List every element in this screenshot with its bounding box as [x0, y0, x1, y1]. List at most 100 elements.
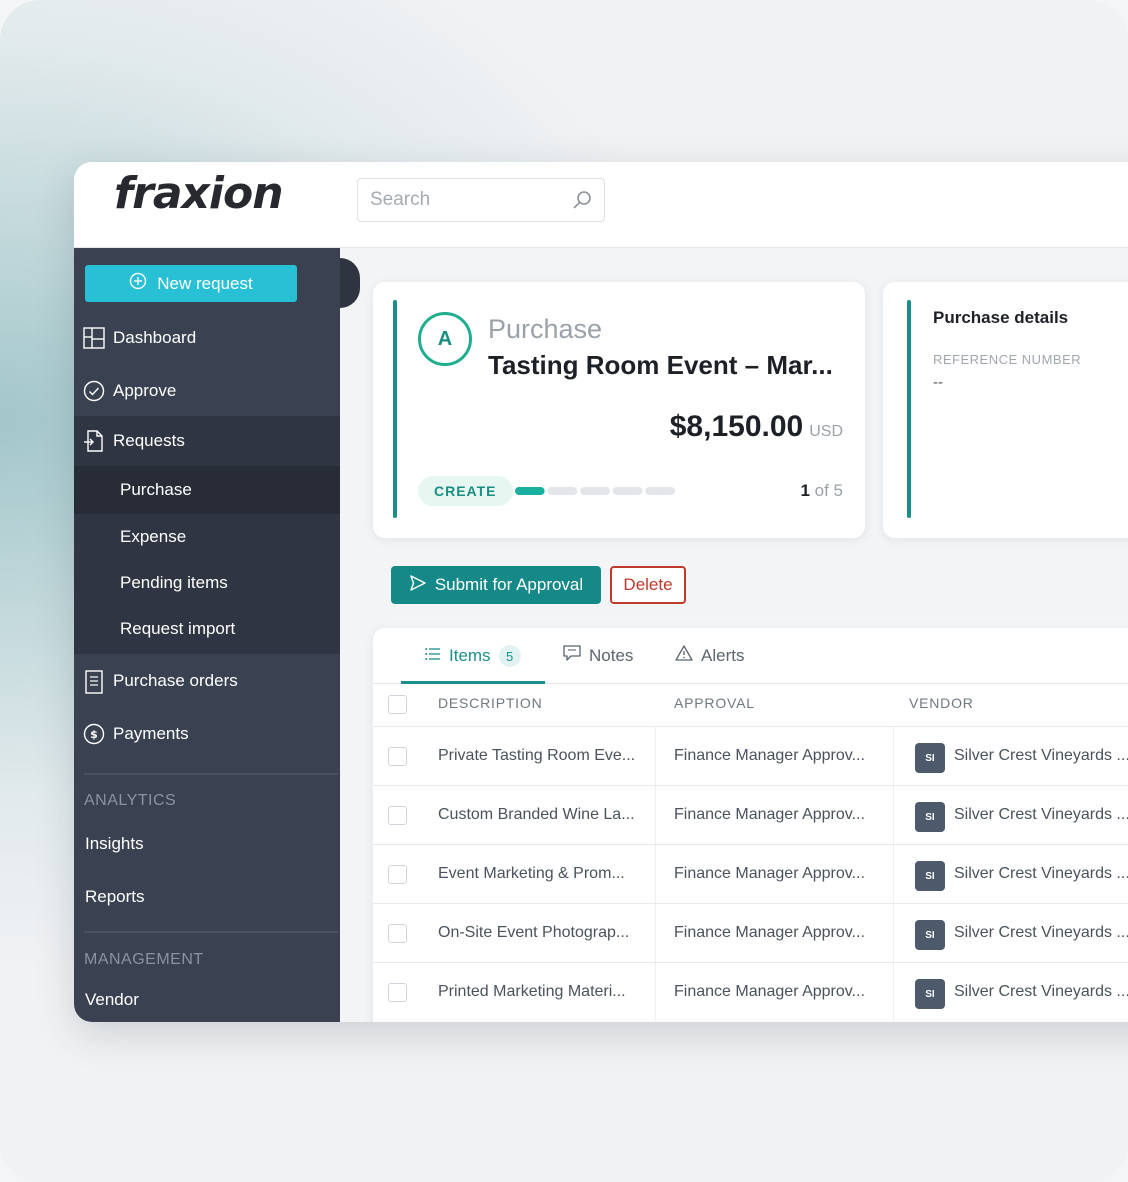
row-approval: Finance Manager Approv... — [674, 865, 865, 882]
delete-button[interactable]: Delete — [610, 566, 686, 604]
sidebar-item-purchase-orders[interactable]: Purchase orders — [74, 656, 340, 706]
column-header-description[interactable]: DESCRIPTION — [438, 695, 542, 711]
progress-bar — [515, 487, 675, 495]
tab-label: Notes — [589, 645, 634, 665]
request-title: Tasting Room Event – Mar... — [488, 350, 833, 380]
sidebar-item-approve[interactable]: Approve — [74, 366, 340, 416]
column-separator — [893, 963, 894, 1022]
row-checkbox[interactable] — [388, 924, 407, 943]
step-pager: 1 of 5 — [800, 481, 843, 501]
table-row[interactable]: Event Marketing & Prom... Finance Manager… — [373, 844, 1128, 904]
background-frame: fraxion New request Dashboard — [0, 0, 1128, 1182]
column-separator — [655, 727, 656, 786]
warning-icon — [675, 645, 693, 666]
app-window: fraxion New request Dashboard — [74, 162, 1128, 1022]
main-content: A Purchase Tasting Room Event – Mar... $… — [340, 248, 1128, 1022]
row-description: Custom Branded Wine La... — [438, 806, 635, 823]
sidebar-item-label: Approve — [113, 381, 177, 400]
vendor-avatar: SI — [915, 861, 945, 891]
requests-group: Requests Purchase Expense Pending items … — [74, 416, 340, 654]
sidebar-subitem-pending-items[interactable]: Pending items — [120, 573, 228, 593]
row-description: On-Site Event Photograp... — [438, 924, 630, 941]
top-bar: fraxion — [74, 162, 1128, 248]
submit-label: Submit for Approval — [434, 575, 584, 594]
row-description: Printed Marketing Materi... — [438, 983, 626, 1000]
tab-bar: Items 5 Notes Alerts — [373, 628, 1128, 684]
vendor-avatar: SI — [915, 979, 945, 1009]
row-approval: Finance Manager Approv... — [674, 924, 865, 941]
active-tab-indicator — [401, 681, 545, 684]
list-icon — [425, 646, 441, 666]
sidebar-item-reports[interactable]: Reports — [85, 887, 145, 907]
progress-segment — [645, 487, 675, 495]
vendor-avatar: SI — [915, 802, 945, 832]
tab-notes[interactable]: Notes — [563, 645, 633, 666]
reference-number-value: -- — [933, 374, 943, 391]
app-logo[interactable]: fraxion — [114, 168, 284, 219]
row-approval: Finance Manager Approv... — [674, 983, 865, 1000]
purchase-details-card: Purchase details REFERENCE NUMBER -- — [883, 282, 1128, 538]
amount-value: $8,150.00 — [669, 410, 804, 443]
items-table-card: Items 5 Notes Alerts DESCRIPTION APPROVA… — [373, 628, 1128, 1022]
tab-label: Alerts — [701, 645, 745, 665]
column-header-vendor[interactable]: VENDOR — [909, 695, 974, 711]
table-row[interactable]: Custom Branded Wine La... Finance Manager… — [373, 785, 1128, 845]
table-row[interactable]: On-Site Event Photograp... Finance Manage… — [373, 903, 1128, 963]
sidebar-subitem-request-import[interactable]: Request import — [120, 619, 235, 639]
plus-circle-icon — [129, 272, 147, 295]
svg-text:$: $ — [90, 728, 98, 741]
row-checkbox[interactable] — [388, 747, 407, 766]
sidebar: New request Dashboard Approve Requests P… — [74, 248, 340, 1022]
row-vendor[interactable]: Silver Crest Vineyards ... — [954, 983, 1128, 1001]
comment-icon — [563, 645, 581, 666]
analytics-section-label: ANALYTICS — [84, 792, 177, 809]
row-approval: Finance Manager Approv... — [674, 747, 865, 764]
sidebar-subitem-expense[interactable]: Expense — [120, 527, 186, 547]
avatar: A — [418, 312, 472, 366]
sidebar-item-label: Purchase orders — [113, 671, 238, 690]
sidebar-item-requests[interactable]: Requests — [74, 416, 340, 466]
submit-for-approval-button[interactable]: Submit for Approval — [391, 566, 601, 604]
row-vendor[interactable]: Silver Crest Vineyards ... — [954, 924, 1128, 942]
sidebar-divider — [84, 931, 338, 933]
row-vendor[interactable]: Silver Crest Vineyards ... — [954, 747, 1128, 765]
search-input[interactable] — [370, 189, 560, 211]
row-checkbox[interactable] — [388, 806, 407, 825]
sidebar-item-payments[interactable]: $ Payments — [74, 709, 340, 759]
table-row[interactable]: Private Tasting Room Eve... Finance Manag… — [373, 726, 1128, 786]
column-separator — [893, 845, 894, 904]
request-summary-card: A Purchase Tasting Room Event – Mar... $… — [373, 282, 865, 538]
row-vendor[interactable]: Silver Crest Vineyards ... — [954, 806, 1128, 824]
table-row[interactable]: Printed Marketing Materi... Finance Manag… — [373, 962, 1128, 1022]
progress-segment — [515, 487, 545, 495]
send-icon — [409, 574, 427, 597]
card-accent-bar — [393, 300, 397, 518]
row-checkbox[interactable] — [388, 865, 407, 884]
active-highlight — [74, 466, 340, 514]
sidebar-item-dashboard[interactable]: Dashboard — [74, 313, 340, 363]
tab-alerts[interactable]: Alerts — [675, 645, 744, 666]
row-description: Event Marketing & Prom... — [438, 865, 625, 882]
column-separator — [655, 786, 656, 845]
sidebar-subitem-purchase[interactable]: Purchase — [120, 480, 192, 500]
search-box[interactable] — [357, 178, 605, 222]
reference-number-label: REFERENCE NUMBER — [933, 352, 1082, 367]
details-title: Purchase details — [933, 308, 1069, 327]
sidebar-item-vendor[interactable]: Vendor — [85, 990, 139, 1010]
row-checkbox[interactable] — [388, 983, 407, 1002]
new-request-button[interactable]: New request — [85, 265, 297, 302]
column-separator — [655, 904, 656, 963]
vendor-avatar: SI — [915, 743, 945, 773]
sidebar-collapse-handle[interactable] — [340, 258, 360, 308]
new-request-label: New request — [157, 273, 253, 293]
tab-items[interactable]: Items 5 — [425, 645, 521, 667]
column-header-approval[interactable]: APPROVAL — [674, 695, 755, 711]
search-icon[interactable] — [570, 189, 594, 218]
row-vendor[interactable]: Silver Crest Vineyards ... — [954, 865, 1128, 883]
status-badge: CREATE — [418, 476, 513, 506]
progress-segment — [612, 487, 643, 495]
sidebar-item-insights[interactable]: Insights — [85, 834, 144, 854]
select-all-checkbox[interactable] — [388, 695, 407, 714]
row-approval: Finance Manager Approv... — [674, 806, 865, 823]
sidebar-item-label: Requests — [113, 431, 185, 450]
